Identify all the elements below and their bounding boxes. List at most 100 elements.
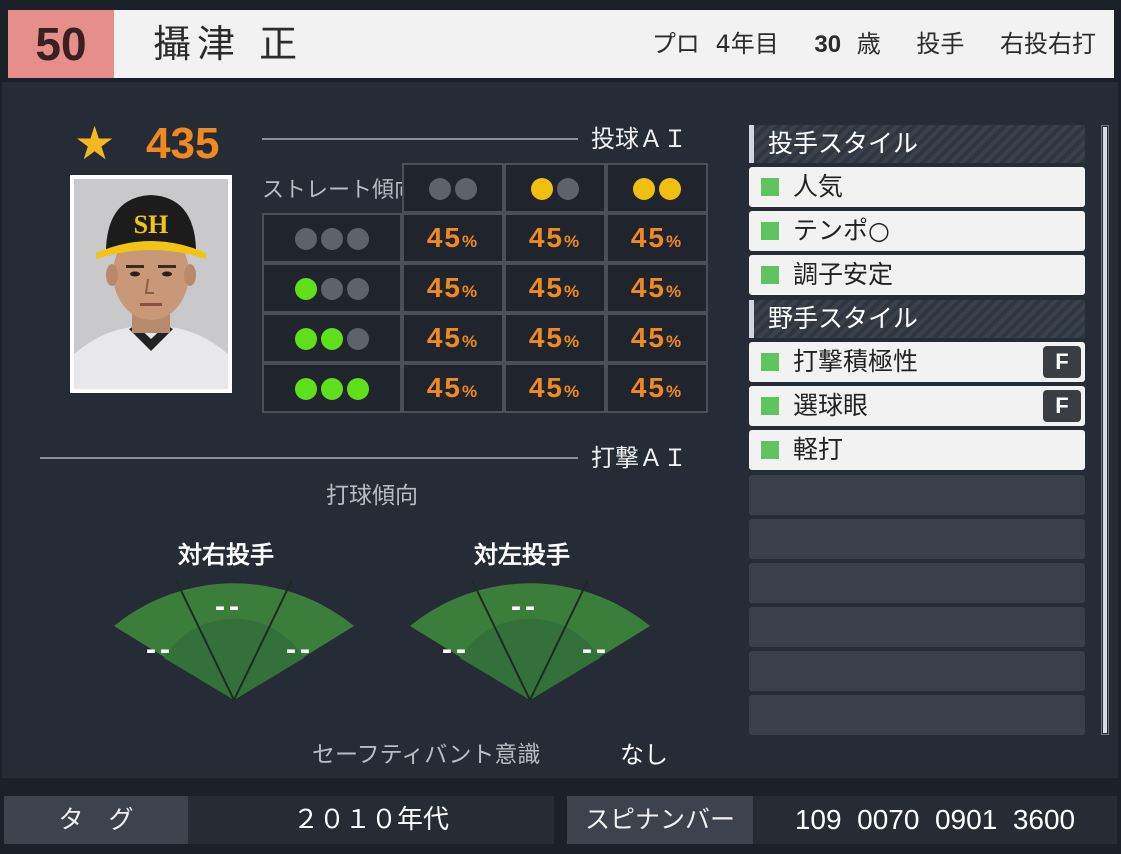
safety-bunt-value: なし xyxy=(620,741,668,769)
grid-column-header xyxy=(402,163,504,213)
grid-value: 45 xyxy=(426,272,463,303)
vs-left-pitcher-label: 対左投手 xyxy=(474,541,570,569)
svg-text:SH: SH xyxy=(134,210,169,239)
percent-sign: % xyxy=(564,282,582,301)
yellow-dot xyxy=(633,177,655,200)
green-dot xyxy=(295,277,317,300)
fielder-style-item[interactable]: 軽打 xyxy=(749,430,1085,470)
fielder-style-heading: 野手スタイル xyxy=(749,300,1085,338)
empty-style-slot xyxy=(749,519,1085,559)
grid-value: 45 xyxy=(528,272,565,303)
grid-value-cell: 45% xyxy=(504,313,606,363)
player-meta: プロ 4年目 30 歳 投手 右投右打 xyxy=(644,10,1096,79)
gray-dot xyxy=(295,227,317,250)
spinumber-label: スピナンバー xyxy=(567,796,753,844)
batting-ai-title: 打撃ＡＩ xyxy=(591,444,687,472)
pitcher-style-heading: 投手スタイル xyxy=(749,125,1085,163)
gray-dot xyxy=(347,327,369,350)
gray-dot xyxy=(347,227,369,250)
grid-value: 45 xyxy=(630,222,667,253)
grid-value-cell: 45% xyxy=(606,363,708,413)
style-item-label: テンポ○ xyxy=(793,216,890,245)
style-marker-icon xyxy=(761,353,779,371)
uniform-number: 50 xyxy=(8,10,114,78)
vs-right-pitcher-label: 対右投手 xyxy=(178,541,274,569)
percent-sign: % xyxy=(666,382,684,401)
grid-column-header xyxy=(504,163,606,213)
fielder-style-item[interactable]: 打撃積極性 F xyxy=(749,342,1085,382)
grid-value: 45 xyxy=(426,372,463,403)
green-dot xyxy=(295,327,317,350)
pitching-ai-divider xyxy=(262,138,578,140)
pitcher-style-item[interactable]: テンポ○ xyxy=(749,211,1085,251)
yellow-dot xyxy=(531,177,553,200)
star-icon: ★ xyxy=(74,116,116,170)
percent-sign: % xyxy=(666,232,684,251)
pitcher-style-item[interactable]: 人気 xyxy=(749,167,1085,207)
style-marker-icon xyxy=(761,397,779,415)
safety-bunt-label: セーフティバント意識 xyxy=(312,742,541,768)
grid-row-header xyxy=(262,363,402,413)
empty-style-slot xyxy=(749,651,1085,691)
tag-label: タ グ xyxy=(4,796,188,844)
vs-right-center-value: -- xyxy=(215,590,243,623)
gray-dot xyxy=(347,277,369,300)
vs-left-right-value: -- xyxy=(582,633,610,666)
percent-sign: % xyxy=(462,232,480,251)
grid-value-cell: 45% xyxy=(504,363,606,413)
pitcher-style-item[interactable]: 調子安定 xyxy=(749,255,1085,295)
gray-dot xyxy=(557,177,579,200)
green-dot xyxy=(321,377,343,400)
grid-value: 45 xyxy=(630,322,667,353)
vs-right-left-value: -- xyxy=(146,633,174,666)
vs-left-center-value: -- xyxy=(511,590,539,623)
empty-style-slot xyxy=(749,695,1085,735)
grid-value-cell: 45% xyxy=(402,363,504,413)
age-value: 30 xyxy=(814,31,842,58)
vs-right-right-value: -- xyxy=(286,633,314,666)
player-name: 攝津 正 xyxy=(153,22,304,66)
grid-value-cell: 45% xyxy=(402,313,504,363)
percent-sign: % xyxy=(462,282,480,301)
tag-value: ２０１０年代 xyxy=(188,796,554,844)
green-dot xyxy=(321,327,343,350)
yellow-dot xyxy=(659,177,681,200)
batted-ball-tendency-label: 打球傾向 xyxy=(326,483,418,509)
grid-value: 45 xyxy=(630,372,667,403)
percent-sign: % xyxy=(564,382,582,401)
player-header: 50 攝津 正 プロ 4年目 30 歳 投手 右投右打 xyxy=(8,10,1114,78)
empty-style-slot xyxy=(749,607,1085,647)
fielder-style-item[interactable]: 選球眼 F xyxy=(749,386,1085,426)
style-marker-icon xyxy=(761,441,779,459)
styles-scroll-thumb[interactable] xyxy=(1103,127,1107,733)
grid-value: 45 xyxy=(630,272,667,303)
percent-sign: % xyxy=(462,332,480,351)
gray-dot xyxy=(429,177,451,200)
style-marker-icon xyxy=(761,178,779,196)
style-grade-badge: F xyxy=(1043,346,1081,378)
green-dot xyxy=(347,377,369,400)
percent-sign: % xyxy=(564,232,582,251)
grid-value-cell: 45% xyxy=(606,213,708,263)
style-item-label: 調子安定 xyxy=(793,260,894,289)
age-unit: 歳 xyxy=(856,30,881,58)
empty-style-slot xyxy=(749,563,1085,603)
overall-rating: 435 xyxy=(146,119,220,168)
pitching-ai-title: 投球ＡＩ xyxy=(591,125,687,153)
vs-left-left-value: -- xyxy=(442,633,470,666)
gray-dot xyxy=(321,277,343,300)
batting-ai-divider xyxy=(40,457,578,459)
empty-style-slot xyxy=(749,475,1085,515)
grid-value-cell: 45% xyxy=(504,213,606,263)
grid-value-cell: 45% xyxy=(402,263,504,313)
style-item-label: 選球眼 xyxy=(793,391,869,420)
style-item-label: 軽打 xyxy=(793,435,844,464)
style-item-label: 人気 xyxy=(793,172,844,201)
grid-row-header xyxy=(262,313,402,363)
grid-value: 45 xyxy=(528,322,565,353)
spinumber-value: 109 0070 0901 3600 xyxy=(753,796,1117,844)
grid-value-cell: 45% xyxy=(606,263,708,313)
grid-value: 45 xyxy=(426,322,463,353)
percent-sign: % xyxy=(462,382,480,401)
style-marker-icon xyxy=(761,266,779,284)
